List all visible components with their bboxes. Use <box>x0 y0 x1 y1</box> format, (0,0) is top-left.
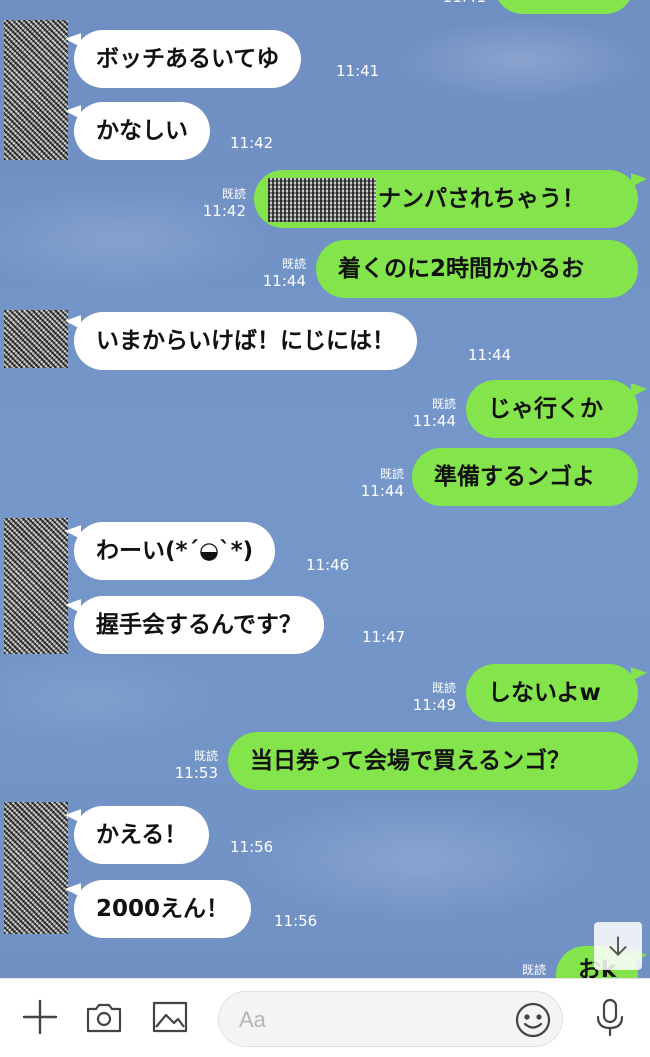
read-receipt: 既読 <box>521 963 546 977</box>
message-time: 11:56 <box>230 838 274 856</box>
message-text: じゃ行くか <box>488 396 603 422</box>
message-text: 2000えん！ <box>96 896 230 922</box>
microphone-button[interactable] <box>590 997 630 1037</box>
message-bubble-incoming[interactable]: わーい(*´◒`*) <box>74 522 276 580</box>
message-input[interactable]: Aa <box>218 991 563 1047</box>
chat-area[interactable]: 11:41 ボッチあるいてゆ 11:41 かなしい 11:42 既読 11:42… <box>0 0 650 978</box>
message-time: 11:42 <box>230 134 274 152</box>
message-time: 11:41 <box>336 62 380 80</box>
read-receipt: 既読 <box>281 257 306 271</box>
message-input-placeholder: Aa <box>239 1007 266 1032</box>
scroll-to-bottom-button[interactable] <box>594 922 642 970</box>
message-bubble-incoming[interactable]: 2000えん！ <box>74 880 252 938</box>
message-text: 準備するンゴよ <box>434 464 595 490</box>
message-text: わーい(*´◒`*) <box>96 538 254 564</box>
message-text: かえる！ <box>96 822 188 848</box>
avatar[interactable] <box>4 310 68 368</box>
camera-icon <box>86 1003 122 1033</box>
message-text: いまからいけば！にじには！ <box>96 328 395 354</box>
plus-button[interactable] <box>20 997 60 1037</box>
message-meta: 既読 11:42 <box>190 186 246 220</box>
message-bubble-incoming[interactable]: 握手会するんです？ <box>74 596 324 654</box>
microphone-icon <box>596 998 624 1037</box>
message-text: ナンパされちゃう！ <box>378 186 585 212</box>
message-bubble-incoming[interactable]: かえる！ <box>74 806 210 864</box>
arrow-down-icon <box>609 936 627 956</box>
message-meta: 既読 <box>490 962 546 978</box>
message-text: ボッチあるいてゆ <box>96 46 280 72</box>
message-time: 11:56 <box>274 912 318 930</box>
message-meta-partial: 11:41 <box>430 0 486 6</box>
message-bubble-incoming[interactable]: かなしい <box>74 102 210 160</box>
message-bubble-incoming[interactable]: いまからいけば！にじには！ <box>74 312 417 370</box>
message-meta: 既読 11:49 <box>400 680 456 714</box>
avatar[interactable] <box>4 802 68 934</box>
read-receipt: 既読 <box>221 187 246 201</box>
image-button[interactable] <box>150 997 190 1037</box>
message-bubble-outgoing[interactable]: 当日券って会場で買えるンゴ？ <box>228 732 638 790</box>
message-meta: 既読 11:44 <box>348 466 404 500</box>
emoji-button[interactable] <box>514 1001 552 1039</box>
avatar[interactable] <box>4 518 68 654</box>
message-bubble-outgoing[interactable]: 着くのに2時間かかるお <box>316 240 638 298</box>
emoji-icon <box>515 1002 551 1038</box>
message-bubble-outgoing[interactable]: ナンパされちゃう！ <box>254 170 638 228</box>
read-receipt: 既読 <box>379 467 404 481</box>
message-text: 当日券って会場で買えるンゴ？ <box>250 748 571 774</box>
plus-icon <box>22 999 58 1035</box>
message-meta: 既読 11:44 <box>250 256 306 290</box>
redacted-mosaic <box>268 177 376 222</box>
read-receipt: 既読 <box>431 397 456 411</box>
message-text: 着くのに2時間かかるお <box>338 256 585 282</box>
time-label: 11:41 <box>430 0 486 6</box>
image-icon <box>152 1001 188 1033</box>
message-text: 握手会するんです？ <box>96 612 302 638</box>
message-bubble-outgoing-partial <box>494 0 634 14</box>
message-time: 11:42 <box>202 202 246 220</box>
message-bubble-outgoing[interactable]: じゃ行くか <box>466 380 638 438</box>
avatar[interactable] <box>4 20 68 160</box>
message-time: 11:44 <box>468 346 512 364</box>
message-meta: 既読 11:44 <box>400 396 456 430</box>
message-bubble-outgoing[interactable]: しないよw <box>466 664 638 722</box>
message-composer-toolbar: Aa <box>0 978 650 1057</box>
read-receipt: 既読 <box>193 749 218 763</box>
message-time: 11:44 <box>412 412 456 430</box>
read-receipt: 既読 <box>431 681 456 695</box>
message-time: 11:53 <box>174 764 218 782</box>
message-time: 11:44 <box>360 482 404 500</box>
message-meta: 既読 11:53 <box>162 748 218 782</box>
message-time: 11:44 <box>262 272 306 290</box>
message-text: しないよw <box>488 680 601 706</box>
message-time: 11:49 <box>412 696 456 714</box>
message-text: かなしい <box>96 118 188 144</box>
message-bubble-outgoing[interactable]: 準備するンゴよ <box>412 448 638 506</box>
camera-button[interactable] <box>84 997 124 1037</box>
message-bubble-incoming[interactable]: ボッチあるいてゆ <box>74 30 302 88</box>
message-time: 11:46 <box>306 556 350 574</box>
message-time: 11:47 <box>362 628 406 646</box>
